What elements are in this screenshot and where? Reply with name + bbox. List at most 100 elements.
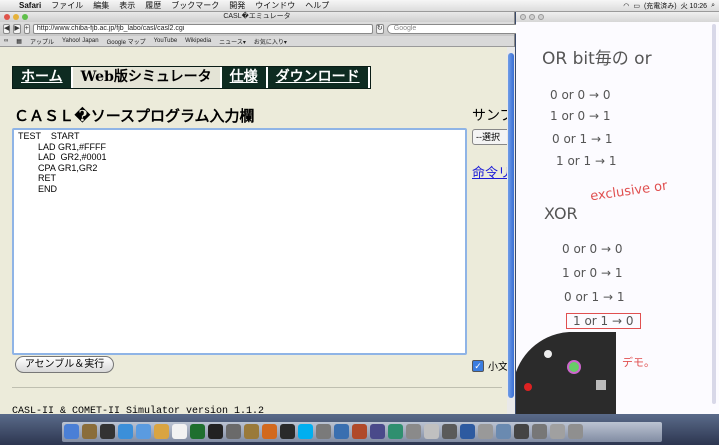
battery-icon[interactable]: ▭ [633, 2, 640, 10]
app-icon-16[interactable] [334, 424, 349, 439]
menu-bookmarks[interactable]: ブックマーク [166, 0, 224, 11]
bookmark-yahoo[interactable]: Yahoo! Japan [62, 38, 99, 44]
or-row-3: 0 or 1 → 1 [552, 132, 613, 146]
app-icon-21[interactable] [424, 424, 439, 439]
reload-icon[interactable]: ↻ [375, 24, 384, 34]
close-icon[interactable] [4, 14, 10, 20]
red-pen-icon[interactable] [524, 383, 532, 391]
bookmark-youtube[interactable]: YouTube [154, 38, 178, 44]
app-icon-15[interactable] [316, 424, 331, 439]
menu-app[interactable]: Safari [14, 1, 46, 10]
tab-home[interactable]: ホーム [13, 67, 73, 88]
skype-icon[interactable] [298, 424, 313, 439]
dashboard-icon[interactable] [100, 424, 115, 439]
terminal-icon[interactable] [208, 424, 223, 439]
app-icon-26[interactable] [514, 424, 529, 439]
excel-icon[interactable] [190, 424, 205, 439]
top-sites-icon[interactable]: ▦ [16, 38, 22, 45]
menu-window[interactable]: ウインドウ [250, 0, 300, 11]
vlc-icon[interactable] [262, 424, 277, 439]
web-page: ホーム Web版シミュレータ 仕様 ダウンロード ＣＡＳＬ�ソースプログラム入力… [0, 47, 507, 414]
or-row-2: 1 or 0 → 1 [550, 109, 611, 123]
menu-edit[interactable]: 編集 [88, 0, 114, 11]
lowercase-checkbox[interactable]: ✓ [472, 359, 484, 372]
menu-help[interactable]: ヘルプ [300, 0, 334, 11]
reading-list-icon[interactable]: ∞ [4, 38, 8, 44]
menu-view[interactable]: 表示 [114, 0, 140, 11]
app-icon-22[interactable] [442, 424, 457, 439]
back-button[interactable]: ◀ [3, 24, 11, 34]
browser-window: CASL�エミュレータ ◀ ▶ + http://www.chiba-fjb.a… [0, 12, 527, 426]
bookmark-news[interactable]: ニュース▾ [219, 37, 246, 46]
bookmark-google-maps[interactable]: Google マップ [107, 37, 146, 46]
tab-spec[interactable]: 仕様 [222, 67, 268, 88]
stickies-icon[interactable] [280, 424, 295, 439]
bookmark-favorites[interactable]: お気に入り▾ [254, 37, 287, 46]
notes-window: OR bit毎の or 0 or 0 → 0 1 or 0 → 1 0 or 1… [516, 12, 719, 414]
command-list-link[interactable]: 命令リ [472, 162, 507, 181]
eraser-icon[interactable] [596, 380, 606, 390]
app-icon-25[interactable] [496, 424, 511, 439]
minimize-icon[interactable] [13, 14, 19, 20]
address-bar[interactable]: http://www.chiba-fjb.ac.jp/fjb_labo/casl… [32, 24, 373, 34]
toolbar: ◀ ▶ + http://www.chiba-fjb.ac.jp/fjb_lab… [0, 22, 527, 36]
app-icon-18[interactable] [370, 424, 385, 439]
vertical-scrollbar[interactable] [507, 47, 515, 414]
notes-scrollbar[interactable] [712, 24, 716, 404]
lowercase-label: 小文 [488, 362, 507, 373]
demo-note: デモ。 [622, 356, 655, 369]
dock [0, 414, 719, 445]
page-title: ＣＡＳＬ�ソースプログラム入力欄 [14, 107, 255, 125]
assemble-run-button[interactable]: アセンブル＆実行 [15, 356, 114, 373]
zoom-icon[interactable] [22, 14, 28, 20]
notes-minimize-icon[interactable] [529, 14, 535, 20]
contacts-icon[interactable] [154, 424, 169, 439]
app-icon-19[interactable] [388, 424, 403, 439]
source-editor[interactable]: TEST START LAD GR1,#FFFF LAD GR2,#0001 C… [12, 128, 467, 355]
calendar-icon[interactable] [172, 424, 187, 439]
pen-size-icon[interactable] [544, 350, 552, 358]
clock[interactable]: 火 10:26 [681, 1, 707, 11]
vertical-scroll-thumb[interactable] [508, 53, 514, 398]
app-icon-24[interactable] [478, 424, 493, 439]
add-bookmark-button[interactable]: + [23, 24, 30, 34]
search-input[interactable]: Google [386, 24, 527, 34]
tab-simulator[interactable]: Web版シミュレータ [72, 67, 222, 88]
sample-select[interactable]: --選択 [472, 129, 507, 145]
xor-title: XOR [544, 204, 578, 223]
wifi-icon[interactable]: ◠ [623, 2, 629, 10]
notes-title-bar [516, 12, 719, 22]
spotlight-icon[interactable]: ⌕ [711, 2, 715, 10]
bookmark-wikipedia[interactable]: Wikipedia [185, 38, 211, 44]
finder-icon[interactable] [64, 424, 79, 439]
safari-icon[interactable] [118, 424, 133, 439]
tab-download[interactable]: ダウンロード [268, 67, 370, 88]
site-nav: ホーム Web版シミュレータ 仕様 ダウンロード [12, 66, 371, 89]
xor-row-3: 0 or 1 → 1 [564, 290, 625, 304]
bookmark-apple[interactable]: アップル [30, 37, 54, 46]
app-icon-27[interactable] [532, 424, 547, 439]
app-icon-17[interactable] [352, 424, 367, 439]
trash-icon[interactable] [568, 424, 583, 439]
app-icon-23[interactable] [460, 424, 475, 439]
lowercase-option: ✓ 小文 [472, 358, 507, 373]
forward-button[interactable]: ▶ [13, 24, 21, 34]
menu-history[interactable]: 履歴 [140, 0, 166, 11]
menu-bar: Safari ファイル 編集 表示 履歴 ブックマーク 開発 ウインドウ ヘルプ… [0, 0, 719, 12]
launchpad-icon[interactable] [82, 424, 97, 439]
bookmarks-bar: ∞ ▦ アップル Yahoo! Japan Google マップ YouTube… [0, 36, 514, 47]
photo-icon[interactable] [244, 424, 259, 439]
menu-file[interactable]: ファイル [46, 0, 88, 11]
color-picker-icon[interactable] [567, 360, 581, 374]
notes-zoom-icon[interactable] [538, 14, 544, 20]
menu-develop[interactable]: 開発 [224, 0, 250, 11]
xor-row-2: 1 or 0 → 1 [562, 266, 623, 280]
preview-icon[interactable] [226, 424, 241, 439]
notes-close-icon[interactable] [520, 14, 526, 20]
mail-icon[interactable] [136, 424, 151, 439]
app-icon-28[interactable] [550, 424, 565, 439]
version-text: CASL-II & COMET-II Simulator version 1.1… [12, 406, 265, 414]
app-icon-20[interactable] [406, 424, 421, 439]
or-row-1: 0 or 0 → 0 [550, 88, 611, 102]
sample-label: サンプ [472, 108, 507, 124]
